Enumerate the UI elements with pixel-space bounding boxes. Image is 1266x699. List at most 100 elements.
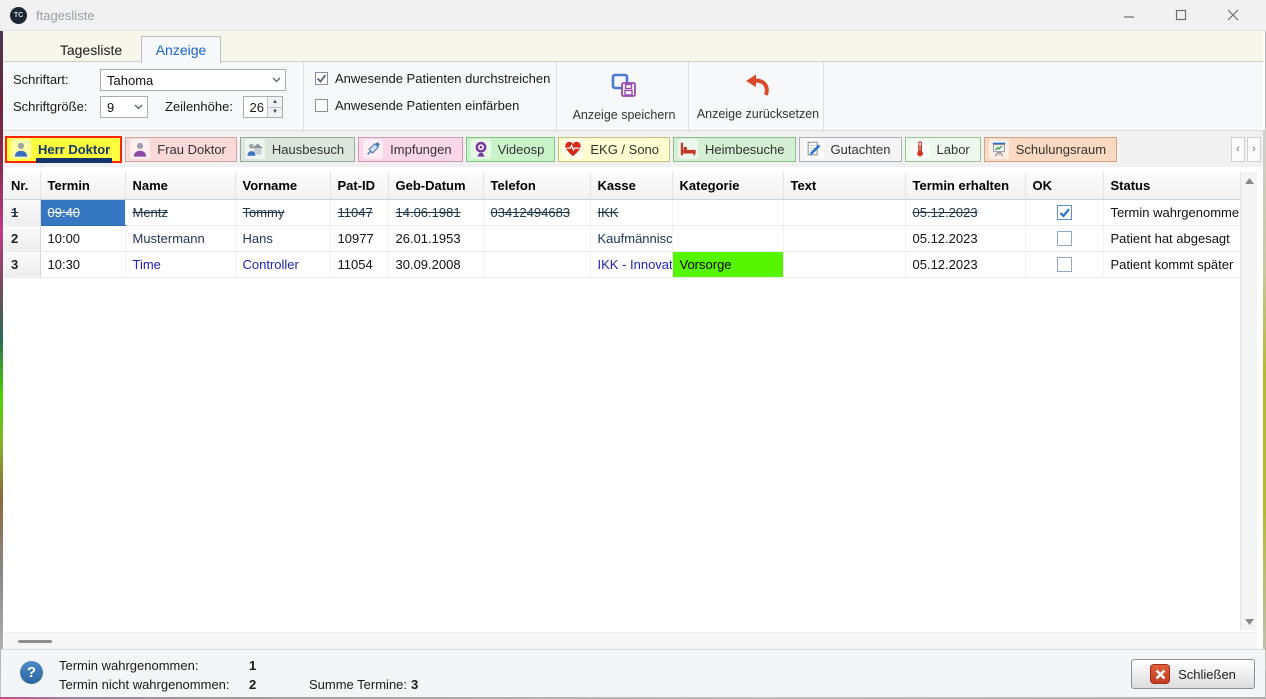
- column-header-termin-erhalten[interactable]: Termin erhalten: [905, 172, 1025, 199]
- kategorie-cell[interactable]: [672, 199, 783, 225]
- name-cell[interactable]: Mentz: [125, 199, 235, 225]
- close-icon[interactable]: [1222, 4, 1244, 26]
- ok-checkbox-unchecked[interactable]: [1057, 257, 1072, 272]
- column-header-status[interactable]: Status: [1103, 172, 1240, 199]
- telefon-cell[interactable]: [483, 225, 590, 251]
- pat-id-cell[interactable]: 11047: [330, 199, 388, 225]
- column-header-text[interactable]: Text: [783, 172, 905, 199]
- row-number-cell[interactable]: 3: [4, 251, 40, 277]
- save-view-button[interactable]: Anzeige speichern: [563, 66, 685, 127]
- column-header-vorname[interactable]: Vorname: [235, 172, 330, 199]
- ok-cell[interactable]: [1025, 225, 1103, 251]
- maximize-icon[interactable]: [1170, 4, 1192, 26]
- column-header-name[interactable]: Name: [125, 172, 235, 199]
- termin-cell-selected[interactable]: 09:40: [40, 199, 125, 225]
- minimize-icon[interactable]: [1118, 4, 1140, 26]
- resource-tab-label: Videosp: [498, 142, 545, 157]
- status-cell[interactable]: Patient hat abgesagt: [1103, 225, 1240, 251]
- color-checkbox-row[interactable]: Anwesende Patienten einfärben: [315, 98, 519, 113]
- text-cell[interactable]: [783, 225, 905, 251]
- telefon-cell[interactable]: [483, 251, 590, 277]
- vertical-scrollbar[interactable]: [1240, 172, 1257, 630]
- stepper-up-icon[interactable]: ▲: [268, 97, 282, 107]
- vorname-cell[interactable]: Tommy: [235, 199, 330, 225]
- sum-value: 3: [411, 677, 418, 692]
- resource-tab-labor[interactable]: Labor: [905, 137, 981, 162]
- scroll-down-icon[interactable]: [1241, 613, 1258, 630]
- column-header-termin[interactable]: Termin: [40, 172, 125, 199]
- termin-erhalten-cell[interactable]: 05.12.2023: [905, 199, 1025, 225]
- close-dialog-button[interactable]: Schließen: [1131, 659, 1255, 689]
- ok-checkbox-checked[interactable]: [1057, 205, 1072, 220]
- horizontal-scrollbar[interactable]: [4, 632, 1257, 649]
- ok-checkbox-unchecked[interactable]: [1057, 231, 1072, 246]
- column-header-pat-id[interactable]: Pat-ID: [330, 172, 388, 199]
- vorname-cell[interactable]: Controller: [235, 251, 330, 277]
- strike-checkbox-row[interactable]: Anwesende Patienten durchstreichen: [315, 71, 550, 86]
- resource-tab-ekg-sono[interactable]: EKG / Sono: [558, 137, 670, 162]
- resource-tab-schulungsraum[interactable]: Schulungsraum: [984, 137, 1117, 162]
- column-header-kategorie[interactable]: Kategorie: [672, 172, 783, 199]
- reset-view-button[interactable]: Anzeige zurücksetzen: [695, 66, 821, 127]
- resource-tab-frau-doktor[interactable]: Frau Doktor: [125, 137, 237, 162]
- kasse-cell[interactable]: IKK - Innovati: [590, 251, 672, 277]
- text-cell[interactable]: [783, 199, 905, 225]
- table-row[interactable]: 1 09:40 Mentz Tommy 11047 14.06.1981 034…: [4, 199, 1240, 225]
- name-cell[interactable]: Mustermann: [125, 225, 235, 251]
- strike-checkbox-label: Anwesende Patienten durchstreichen: [335, 71, 550, 86]
- pat-id-cell[interactable]: 10977: [330, 225, 388, 251]
- termin-erhalten-cell[interactable]: 05.12.2023: [905, 251, 1025, 277]
- resource-tab-gutachten[interactable]: Gutachten: [799, 137, 902, 162]
- termin-erhalten-cell[interactable]: 05.12.2023: [905, 225, 1025, 251]
- horizontal-scrollbar-thumb[interactable]: [18, 640, 52, 643]
- ok-cell[interactable]: [1025, 251, 1103, 277]
- tab-tagesliste[interactable]: Tagesliste: [43, 36, 139, 63]
- geb-datum-cell[interactable]: 30.09.2008: [388, 251, 483, 277]
- kategorie-cell-highlighted[interactable]: Vorsorge: [672, 251, 783, 277]
- telefon-cell[interactable]: 03412494683: [483, 199, 590, 225]
- kasse-cell[interactable]: Kaufmännisch: [590, 225, 672, 251]
- text-cell[interactable]: [783, 251, 905, 277]
- resource-tabs-scroll-left-icon[interactable]: ‹: [1231, 137, 1245, 162]
- ok-cell[interactable]: [1025, 199, 1103, 225]
- tab-anzeige[interactable]: Anzeige: [141, 36, 221, 63]
- pat-id-cell[interactable]: 11054: [330, 251, 388, 277]
- status-cell[interactable]: Termin wahrgenommen: [1103, 199, 1240, 225]
- column-header-ok[interactable]: OK: [1025, 172, 1103, 199]
- resource-tab-videosp[interactable]: Videosp: [466, 137, 556, 162]
- column-header-telefon[interactable]: Telefon: [483, 172, 590, 199]
- resource-tab-heimbesuche[interactable]: Heimbesuche: [673, 137, 796, 162]
- resource-tab-hausbesuch[interactable]: Hausbesuch: [240, 137, 355, 162]
- column-header-nr[interactable]: Nr.: [4, 172, 40, 199]
- strike-checkbox[interactable]: [315, 72, 328, 85]
- help-icon[interactable]: ?: [20, 661, 43, 684]
- status-cell[interactable]: Patient kommt später: [1103, 251, 1240, 277]
- geb-datum-cell[interactable]: 14.06.1981: [388, 199, 483, 225]
- geb-datum-cell[interactable]: 26.01.1953: [388, 225, 483, 251]
- heart-pulse-icon: [563, 139, 583, 159]
- kasse-cell[interactable]: IKK: [590, 199, 672, 225]
- toolbar-separator: [823, 62, 824, 130]
- resource-tab-label: Hausbesuch: [272, 142, 344, 157]
- column-header-geb-datum[interactable]: Geb-Datum: [388, 172, 483, 199]
- termin-cell[interactable]: 10:30: [40, 251, 125, 277]
- table-row[interactable]: 3 10:30 Time Controller 11054 30.09.2008…: [4, 251, 1240, 277]
- resource-tab-impfungen[interactable]: Impfungen: [358, 137, 462, 162]
- female-doctor-icon: [130, 139, 150, 159]
- rowheight-stepper[interactable]: 26 ▲ ▼: [243, 96, 283, 118]
- color-checkbox[interactable]: [315, 99, 328, 112]
- resource-tab-herr-doktor[interactable]: Herr Doktor: [5, 136, 122, 163]
- vorname-cell[interactable]: Hans: [235, 225, 330, 251]
- row-number-cell[interactable]: 1: [4, 199, 40, 225]
- column-header-kasse[interactable]: Kasse: [590, 172, 672, 199]
- resource-tabs-scroll-right-icon[interactable]: ›: [1247, 137, 1261, 162]
- stepper-down-icon[interactable]: ▼: [268, 107, 282, 118]
- name-cell[interactable]: Time: [125, 251, 235, 277]
- scroll-up-icon[interactable]: [1241, 172, 1258, 189]
- fontsize-select[interactable]: 9: [100, 96, 148, 118]
- font-select[interactable]: Tahoma: [100, 69, 286, 91]
- row-number-cell[interactable]: 2: [4, 225, 40, 251]
- kategorie-cell[interactable]: [672, 225, 783, 251]
- termin-cell[interactable]: 10:00: [40, 225, 125, 251]
- table-row[interactable]: 2 10:00 Mustermann Hans 10977 26.01.1953…: [4, 225, 1240, 251]
